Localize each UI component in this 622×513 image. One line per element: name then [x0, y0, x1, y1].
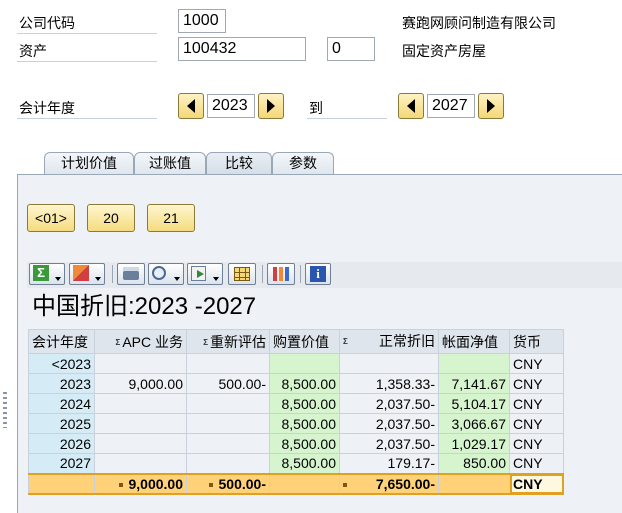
table-row[interactable]: 2024 8,500.00 2,037.50- 5,104.17 CNY — [28, 393, 564, 414]
view-icon — [152, 266, 166, 280]
total-marker-icon — [208, 482, 213, 487]
from-year-prev-button[interactable] — [178, 93, 204, 119]
sum-button[interactable]: Σ — [29, 263, 65, 285]
period-21-button[interactable]: 21 — [147, 204, 195, 232]
column-header-apc[interactable]: Σ APC 业务 — [94, 329, 187, 354]
from-year-next-button[interactable] — [258, 93, 284, 119]
tab-parameters[interactable]: 参数 — [272, 152, 334, 174]
table-row[interactable]: 2027 8,500.00 179.17- 850.00 CNY — [28, 453, 564, 474]
asset-number-field[interactable]: 100432 — [178, 37, 306, 61]
total-row[interactable]: 9,000.00 500.00- 7,650.00- CNY — [28, 472, 564, 495]
fiscal-year-label: 会计年度 — [19, 100, 75, 116]
column-header-acquisition[interactable]: 购置价值 — [269, 329, 340, 354]
column-header-net-book-value[interactable]: 帐面净值 — [438, 329, 510, 354]
asset-description: 固定资产房屋 — [402, 43, 486, 59]
tab-planned-values[interactable]: 计划价值 — [44, 152, 134, 174]
period-20-button[interactable]: 20 — [87, 204, 135, 232]
export-button[interactable] — [187, 263, 223, 285]
table-row[interactable]: 2025 8,500.00 2,037.50- 3,066.67 CNY — [28, 413, 564, 434]
tab-posted-values[interactable]: 过账值 — [134, 152, 206, 174]
table-row[interactable]: 2026 8,500.00 2,037.50- 1,029.17 CNY — [28, 433, 564, 454]
to-year-field[interactable]: 2027 — [427, 94, 475, 118]
to-year-next-button[interactable] — [478, 93, 504, 119]
asset-label: 资产 — [19, 43, 47, 59]
depreciation-grid: 会计年度 Σ APC 业务 Σ 重新评估 购置价值 Σ 正常折旧 帐面净值 货币 <2… — [28, 329, 564, 495]
column-header-fiscal-year[interactable]: 会计年度 — [28, 329, 95, 354]
arrow-left-icon — [407, 99, 415, 113]
company-code-label: 公司代码 — [19, 15, 75, 31]
company-code-field[interactable]: 1000 — [178, 9, 226, 33]
arrow-left-icon — [187, 99, 195, 113]
splitter-grip[interactable] — [3, 392, 7, 428]
sum-icon: Σ — [33, 265, 49, 281]
column-header-depreciation[interactable]: Σ 正常折旧 — [339, 329, 439, 354]
grid-title: 中国折旧:2023 -2027 — [32, 293, 257, 320]
dropdown-icon — [95, 277, 101, 281]
chart-button[interactable] — [267, 263, 295, 285]
layout-button[interactable] — [228, 263, 256, 285]
info-icon: i — [310, 266, 326, 282]
info-button[interactable]: i — [305, 263, 331, 285]
layout-icon — [234, 267, 250, 281]
table-row[interactable]: <2023 CNY — [28, 353, 564, 374]
company-name: 赛跑网顾问制造有限公司 — [402, 15, 556, 31]
total-marker-icon — [343, 482, 347, 487]
arrow-right-icon — [487, 99, 495, 113]
tab-comparison[interactable]: 比较 — [206, 152, 272, 175]
to-year-prev-button[interactable] — [398, 93, 424, 119]
subtotal-icon — [73, 265, 89, 281]
subtotal-button[interactable] — [69, 263, 105, 285]
arrow-right-icon — [267, 99, 275, 113]
dropdown-icon — [55, 277, 61, 281]
asset-subnumber-field[interactable]: 0 — [327, 37, 375, 61]
table-row[interactable]: 2023 9,000.00 500.00- 8,500.00 1,358.33-… — [28, 373, 564, 394]
column-header-revaluation[interactable]: Σ 重新评估 — [186, 329, 270, 354]
dropdown-icon — [174, 277, 180, 281]
chart-icon — [273, 267, 289, 281]
view-button[interactable] — [148, 263, 184, 285]
column-header-currency[interactable]: 货币 — [509, 329, 564, 354]
total-marker-icon — [118, 482, 123, 487]
print-button[interactable] — [117, 263, 145, 285]
from-year-field[interactable]: 2023 — [207, 94, 255, 118]
print-icon — [123, 267, 139, 280]
to-label: 到 — [309, 100, 323, 116]
period-01-button[interactable]: <01> — [27, 204, 75, 232]
dropdown-icon — [213, 277, 219, 281]
